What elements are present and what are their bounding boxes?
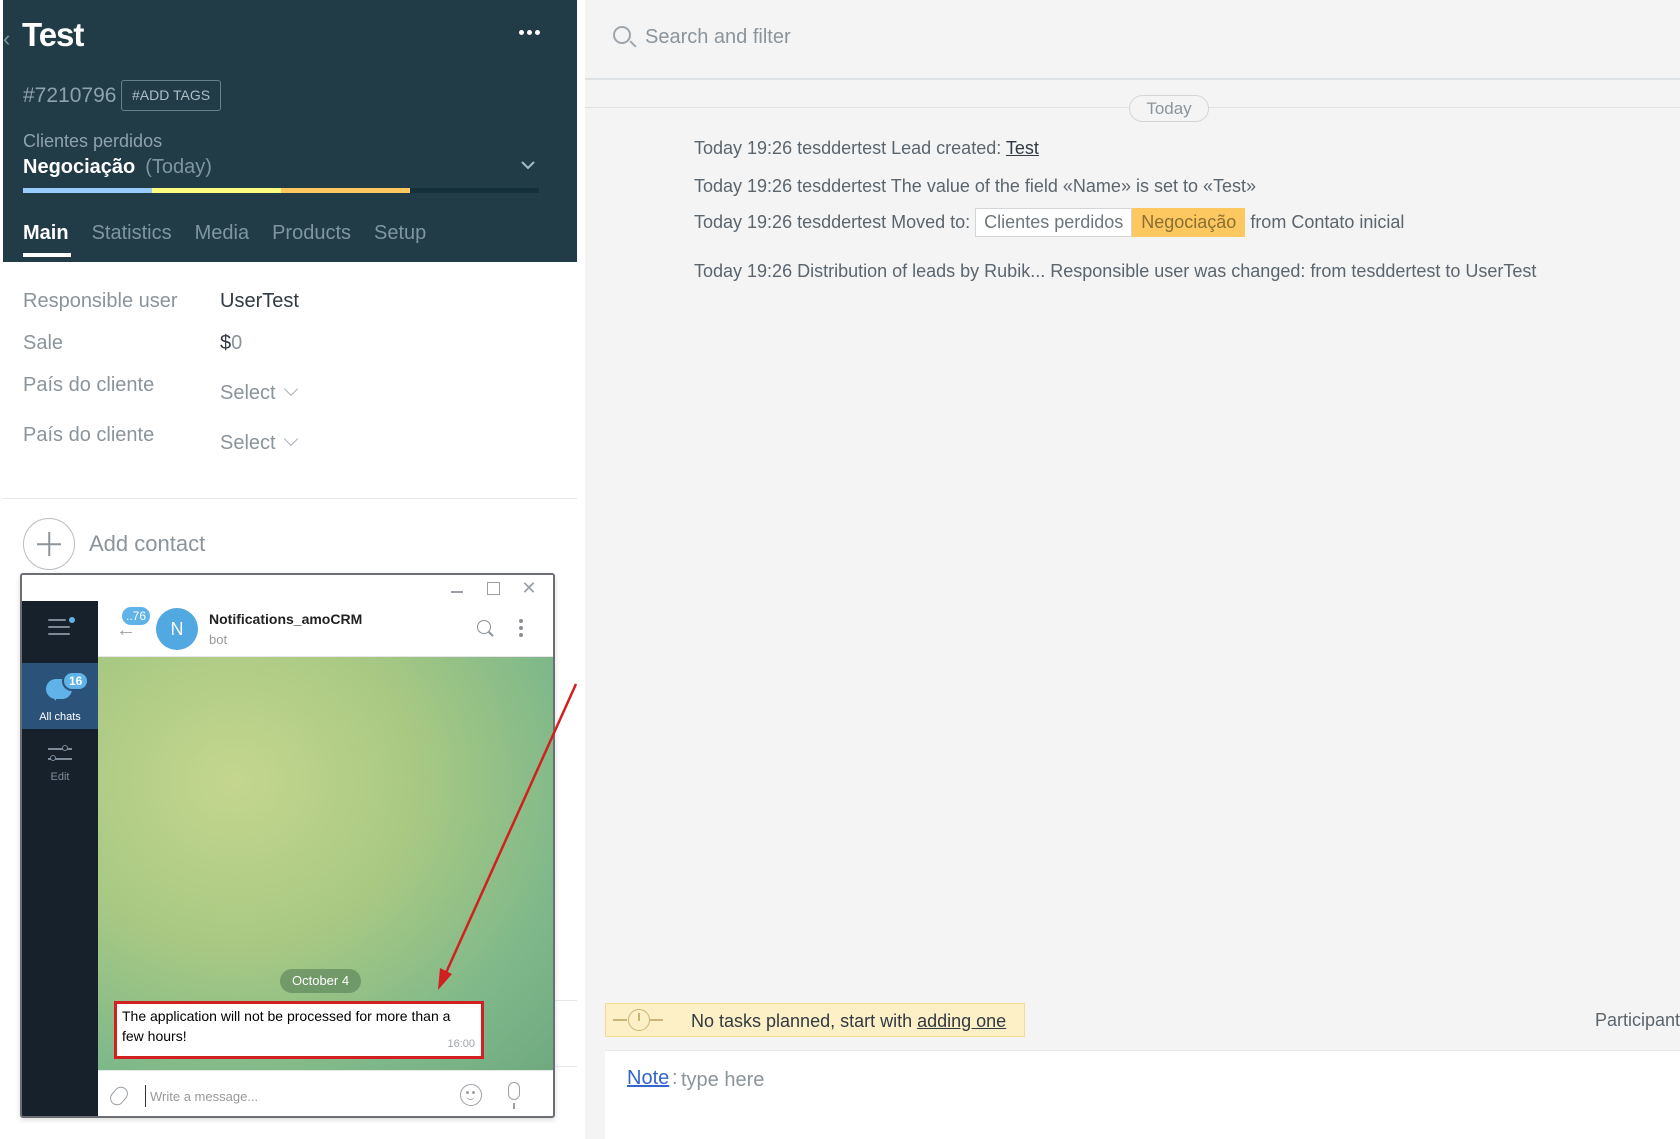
more-options-button[interactable] [513,16,545,48]
participants-label[interactable]: Participant [1595,1010,1680,1031]
chat-messages-area: October 4 The application will not be pr… [98,657,553,1070]
tasks-notice: No tasks planned, start with adding one [605,1003,1025,1037]
stage-progress-bar [23,188,539,193]
feed-entry-text: from Contato inicial [1245,212,1405,232]
message-bubble[interactable]: The application will not be processed fo… [114,1001,484,1059]
feed-panel: Today Today 19:26 tesddertest Lead creat… [585,0,1680,1139]
feed-entry: Today 19:26 tesddertest The value of the… [694,176,1257,196]
field-label: Sale [23,332,64,354]
minimize-icon[interactable] [448,579,466,597]
field-value[interactable]: UserTest [220,290,299,313]
progress-segment [410,188,539,193]
kebab-menu-icon[interactable] [518,619,524,639]
note-composer: Note : [605,1050,1680,1139]
pipeline-tag: Clientes perdidos [975,208,1133,237]
tab-products[interactable]: Products [272,222,351,255]
message-text: The application will not be processed fo… [122,1008,451,1044]
field-label: País do cliente [23,374,155,396]
field-label: Responsible user [23,290,178,312]
chat-header: ← ..76 N Notifications_amoCRM bot [98,601,553,657]
emoji-icon[interactable] [460,1084,482,1106]
tab-setup[interactable]: Setup [374,222,426,255]
unread-badge: 16 [62,671,90,691]
feed-entry-text: Today 19:26 tesddertest Moved to: [694,212,976,232]
note-input[interactable] [681,1065,1381,1095]
lead-link[interactable]: Test [1006,138,1039,158]
field-label: País do cliente [23,424,155,446]
edit-folders-button[interactable]: Edit [22,731,98,791]
chevron-down-icon [283,381,298,397]
sliders-icon [48,745,72,763]
add-contact-button[interactable]: Add contact [23,518,205,570]
field-select[interactable]: Select [220,431,298,455]
add-task-link[interactable]: adding one [917,1011,1006,1031]
feed-entry: Today 19:26 tesddertest Moved to: Client… [694,208,1404,237]
plus-circle-icon [23,518,75,570]
close-icon[interactable]: ✕ [520,579,538,597]
clock-icon [613,1009,663,1031]
lead-header: ‹ Test #7210796 #ADD TAGS Clientes perdi… [3,0,577,262]
field-value-text: Select [220,382,276,404]
microphone-icon[interactable] [508,1082,520,1109]
feed-entry: Today 19:26 Distribution of leads by Rub… [694,261,1537,281]
date-separator: October 4 [280,969,362,993]
field-value[interactable]: $0 [220,332,242,355]
message-input[interactable] [145,1085,435,1107]
lead-tabs: Main Statistics Media Products Setup [23,222,449,257]
search-icon [613,26,631,44]
field-value-text: 0 [231,332,243,354]
unread-badge: ..76 [122,607,151,625]
feed-entry: Today 19:26 tesddertest Lead created: Te… [694,138,1039,159]
progress-segment [152,188,281,193]
chevron-down-icon [283,431,298,447]
note-type-selector[interactable]: Note [627,1067,669,1090]
maximize-icon[interactable] [484,579,502,597]
edit-label: Edit [50,771,70,783]
stage-name: Negociação [23,156,136,178]
tasks-text: No tasks planned, start with [691,1011,918,1031]
divider [3,498,577,499]
search-icon[interactable] [477,620,491,634]
chat-subtitle: bot [209,632,228,647]
back-caret-icon[interactable]: ‹ [3,26,10,52]
progress-segment [23,188,152,193]
tab-statistics[interactable]: Statistics [92,222,172,255]
chevron-down-icon[interactable] [521,158,535,172]
message-composer [98,1070,553,1116]
field-value-text: UserTest [220,290,299,312]
avatar[interactable]: N [156,608,198,650]
lead-card-panel: ‹ Test #7210796 #ADD TAGS Clientes perdi… [3,0,577,1139]
telegram-window: ✕ 16 All chats Edit ← ..76 N Notificatio… [20,573,555,1118]
tasks-notice-text: No tasks planned, start with adding one [691,1011,1006,1032]
paperclip-icon[interactable] [107,1083,131,1109]
message-time: 16:00 [447,1038,475,1050]
field-value-text: Select [220,432,276,454]
search-bar [585,0,1680,80]
tab-media[interactable]: Media [195,222,249,255]
search-input[interactable] [645,22,1245,52]
menu-icon[interactable] [48,617,75,637]
add-contact-label: Add contact [89,531,206,556]
telegram-sidebar: 16 All chats Edit [22,601,98,1116]
currency-symbol: $ [220,332,232,354]
add-tags-button[interactable]: #ADD TAGS [121,80,222,111]
stage-when: (Today) [145,156,212,178]
note-colon: : [672,1067,678,1089]
pipeline-name: Clientes perdidos [23,131,163,151]
stage-tag: Negociação [1132,208,1246,237]
all-chats-folder[interactable]: 16 All chats [22,663,98,729]
window-titlebar: ✕ [22,575,553,601]
tab-main[interactable]: Main [23,222,71,257]
feed-entry-text: Today 19:26 tesddertest Lead created: [694,138,1006,158]
chat-name[interactable]: Notifications_amoCRM [209,611,362,627]
all-chats-label: All chats [39,711,81,723]
panel-gap [577,0,585,1139]
field-select[interactable]: Select [220,381,298,405]
lead-title[interactable]: Test [22,16,84,54]
progress-segment [281,188,410,193]
date-separator: Today [1129,95,1209,122]
stage-selector[interactable]: Negociação (Today) [23,156,212,179]
lead-id: #7210796 [23,84,117,107]
